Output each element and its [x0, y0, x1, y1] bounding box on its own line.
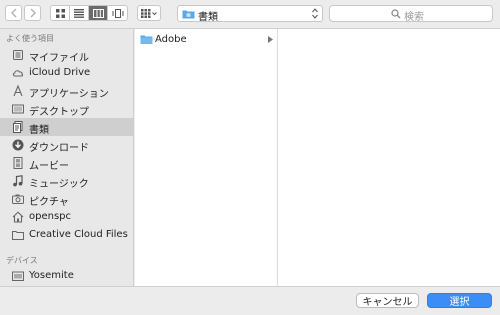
sidebar-item-desktop[interactable]: デスクトップ [0, 100, 133, 118]
cancel-button[interactable]: キャンセル [356, 293, 419, 308]
sidebar-item-label: Yosemite [29, 270, 74, 281]
favorites-heading: よく使う項目 [6, 34, 54, 43]
sidebar-item-label: iCloud Drive [29, 67, 91, 78]
disclosure-triangle-icon [268, 36, 273, 43]
sidebar-item-label: ダウンロード [29, 143, 89, 154]
browser-column-1: Adobe [135, 29, 278, 286]
folder-icon [140, 35, 153, 44]
forward-button[interactable] [24, 5, 41, 21]
columns-icon [92, 8, 104, 18]
applications-icon [13, 85, 23, 97]
grid-icon [55, 8, 65, 18]
search-icon [391, 9, 401, 19]
folder-icon [12, 231, 24, 240]
sidebar-item-documents[interactable]: 書類 [0, 118, 133, 136]
sidebar-item-all-my-files[interactable]: マイファイル [0, 46, 133, 64]
camera-icon [12, 194, 24, 204]
sidebar-item-label: アプリケーション [29, 89, 109, 100]
sidebar-item-movies[interactable]: ムービー [0, 154, 133, 172]
disk-icon [12, 271, 24, 281]
sidebar-item-creative-cloud-files[interactable]: Creative Cloud Files [0, 226, 133, 244]
chevron-right-icon [29, 8, 36, 18]
icon-view-button[interactable] [51, 6, 70, 20]
updown-arrows-icon [312, 8, 318, 19]
list-item-label: Adobe [155, 34, 187, 45]
sidebar-item-label: openspc [29, 211, 72, 222]
movie-icon [13, 157, 23, 169]
arrange-grid-icon [141, 8, 157, 18]
music-icon [13, 175, 23, 187]
documents-folder-icon [182, 10, 195, 19]
download-icon [12, 139, 24, 151]
all-files-icon [13, 50, 23, 60]
view-mode-control [50, 5, 128, 21]
sidebar-item-icloud-drive[interactable]: iCloud Drive [0, 64, 133, 82]
sidebar-item-yosemite[interactable]: Yosemite [0, 267, 133, 285]
list-icon [74, 8, 84, 18]
sidebar-item-label: マイファイル [29, 53, 89, 64]
documents-icon [13, 121, 23, 133]
desktop-icon [12, 104, 24, 114]
select-button[interactable]: 選択 [427, 293, 492, 308]
path-popup[interactable]: 書類 [177, 5, 323, 23]
back-button[interactable] [5, 5, 22, 21]
sidebar-item-downloads[interactable]: ダウンロード [0, 136, 133, 154]
cloud-icon [12, 70, 24, 77]
list-view-button[interactable] [70, 6, 89, 20]
chevron-left-icon [10, 8, 17, 18]
search-field[interactable]: 検索 [329, 5, 493, 23]
sidebar-item-music[interactable]: ミュージック [0, 172, 133, 190]
sidebar-item-label: ピクチャ [29, 197, 69, 208]
dialog-footer: キャンセル 選択 [0, 286, 500, 315]
list-item-adobe[interactable]: Adobe [135, 32, 277, 48]
devices-heading: デバイス [6, 256, 38, 265]
sidebar-item-applications[interactable]: アプリケーション [0, 82, 133, 100]
browser-column-2 [278, 29, 500, 286]
search-placeholder: 検索 [404, 12, 424, 23]
sidebar-item-label: デスクトップ [29, 107, 89, 118]
toolbar: 書類 検索 [0, 0, 500, 29]
arrange-button[interactable] [137, 5, 161, 21]
path-label: 書類 [198, 12, 218, 23]
sidebar: よく使う項目 マイファイル iCloud Drive アプリケーション デスクト… [0, 29, 134, 286]
coverflow-icon [112, 8, 123, 18]
sidebar-item-pictures[interactable]: ピクチャ [0, 190, 133, 208]
sidebar-item-label: Creative Cloud Files [29, 229, 128, 240]
home-icon [12, 211, 24, 223]
column-view-button[interactable] [89, 6, 108, 20]
sidebar-item-label: ミュージック [29, 179, 89, 190]
coverflow-view-button[interactable] [108, 6, 127, 20]
sidebar-item-label: 書類 [29, 125, 49, 136]
sidebar-item-home[interactable]: openspc [0, 208, 133, 226]
sidebar-item-label: ムービー [29, 161, 69, 172]
